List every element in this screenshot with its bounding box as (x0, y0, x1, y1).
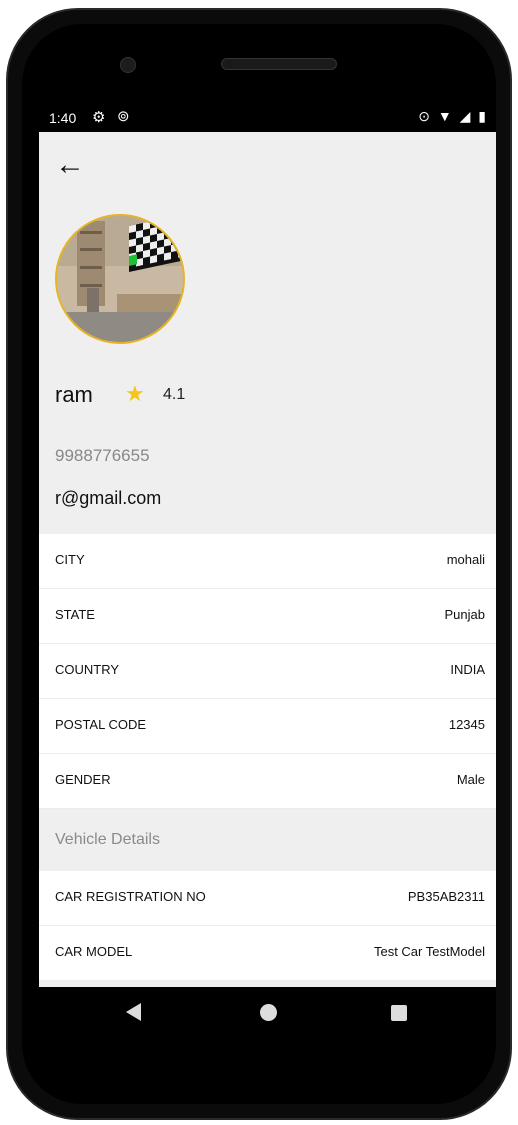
location-icon: ⊙ (418, 108, 432, 124)
nav-home-icon[interactable] (260, 1004, 277, 1021)
profile-name: ram (55, 382, 93, 407)
status-time: 1:40 (49, 110, 77, 126)
detail-label: COUNTRY (55, 662, 120, 677)
status-bar: 1:40 ⚙ ⊚ ⊙ ▼ ◢ ▮ (39, 105, 496, 132)
detail-value: INDIA (450, 662, 485, 677)
android-nav-bar (39, 987, 496, 1043)
app-screen: 1:40 ⚙ ⊚ ⊙ ▼ ◢ ▮ ← ram ★ 4.1 9988776655 … (39, 105, 496, 987)
detail-row-state: STATE Punjab (39, 589, 496, 644)
earpiece-speaker (221, 58, 337, 70)
vehicle-details-header: Vehicle Details (39, 809, 496, 871)
nav-recents-icon[interactable] (391, 1005, 407, 1021)
detail-row-city: CITY mohali (39, 534, 496, 589)
avatar-image (57, 216, 183, 342)
detail-label: POSTAL CODE (55, 717, 147, 732)
detail-row-country: COUNTRY INDIA (39, 644, 496, 699)
detail-value: Punjab (444, 607, 485, 622)
status-right-icons: ⊙ ▼ ◢ ▮ (418, 108, 488, 125)
nav-back-icon[interactable] (126, 1003, 141, 1021)
profile-rating: 4.1 (163, 386, 186, 403)
detail-label: CAR MODEL (55, 944, 133, 959)
section-title: Vehicle Details (55, 831, 160, 848)
battery-icon: ▮ (478, 108, 488, 124)
back-arrow-icon[interactable]: ← (55, 150, 85, 180)
detail-row-postal-code: POSTAL CODE 12345 (39, 699, 496, 754)
gear-icon: ⚙ (92, 109, 106, 126)
detail-value: mohali (446, 552, 485, 567)
detail-label: CITY (55, 552, 85, 567)
vehicle-row-registration: CAR REGISTRATION NO PB35AB2311 (39, 871, 496, 926)
profile-phone: 9988776655 (55, 446, 150, 465)
detail-value: Male (456, 772, 485, 787)
avatar[interactable] (55, 214, 185, 344)
front-camera (120, 57, 136, 73)
sync-icon: ⊚ (117, 108, 130, 125)
signal-icon: ◢ (459, 108, 473, 124)
detail-value: 12345 (448, 717, 485, 732)
wifi-icon: ▼ (437, 108, 454, 124)
detail-label: GENDER (55, 772, 111, 787)
vehicle-row-model: CAR MODEL Test Car TestModel (39, 926, 496, 981)
detail-label: STATE (55, 607, 95, 622)
profile-email: r@gmail.com (55, 488, 162, 508)
detail-value: PB35AB2311 (407, 889, 485, 904)
detail-row-gender: GENDER Male (39, 754, 496, 809)
detail-value: Test Car TestModel (373, 944, 485, 959)
detail-label: CAR REGISTRATION NO (55, 889, 206, 904)
profile-header: ← ram ★ 4.1 9988776655 r@gmail.com (39, 132, 496, 534)
star-icon: ★ (125, 381, 145, 406)
details-list: CITY mohali STATE Punjab COUNTRY INDIA P… (39, 534, 496, 987)
